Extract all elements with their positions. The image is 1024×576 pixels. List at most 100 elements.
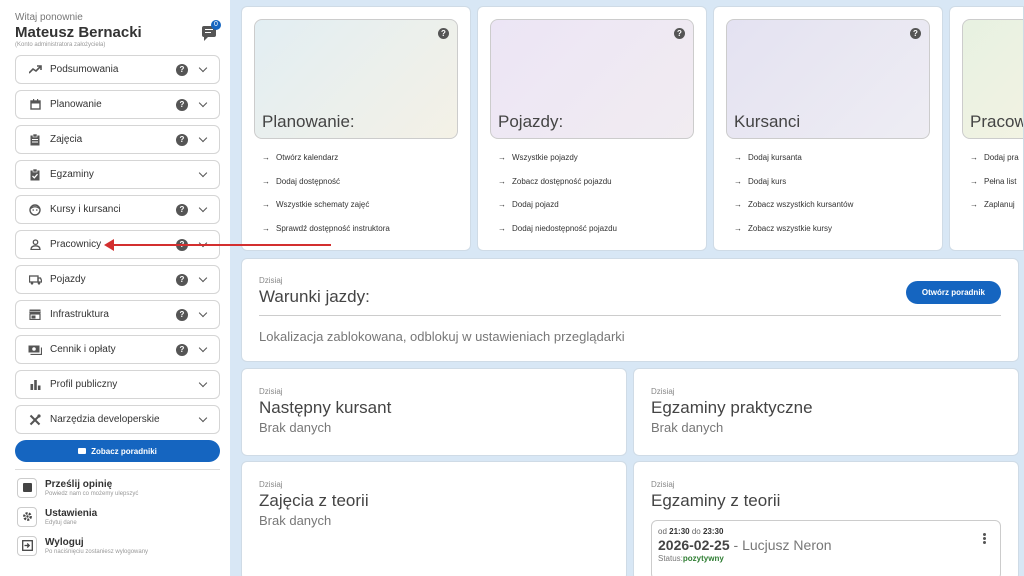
- sidebar-item-zajecia[interactable]: Zajęcia ?: [15, 125, 220, 154]
- quick-card-planowanie: ? Planowanie: → Otwórz kalendarz → Dodaj d…: [241, 6, 471, 251]
- quick-link[interactable]: → Wszystkie pojazdy: [498, 153, 617, 177]
- exam-person: Lucjusz Neron: [742, 537, 832, 553]
- logout-icon: [17, 535, 37, 556]
- chevron-down-icon[interactable]: [198, 413, 208, 423]
- see-guides-label: Zobacz poradniki: [91, 446, 157, 456]
- next-student-card: Dzisiaj Następny kursant Brak danych: [241, 368, 627, 456]
- chevron-down-icon[interactable]: [198, 133, 208, 143]
- chevron-down-icon[interactable]: [198, 343, 208, 353]
- arrow-right-icon: →: [734, 223, 742, 233]
- chevron-down-icon[interactable]: [198, 63, 208, 73]
- quick-card-pracownicy: Pracow → Dodaj pra → Pełna list → Zaplanuj: [949, 6, 1024, 251]
- sidebar-item-label: Profil publiczny: [50, 379, 118, 390]
- more-vert-icon[interactable]: [983, 533, 986, 544]
- sidebar-item-egzaminy[interactable]: Egzaminy: [15, 160, 220, 189]
- chevron-down-icon[interactable]: [198, 378, 208, 388]
- car-icon: [28, 274, 42, 286]
- logout-title: Wyloguj: [45, 536, 84, 548]
- chevron-down-icon[interactable]: [198, 203, 208, 213]
- help-icon[interactable]: ?: [176, 203, 188, 216]
- quick-link[interactable]: → Dodaj kurs: [734, 177, 853, 201]
- theory-exams-card: Dzisiaj Egzaminy z teorii od 21:30 do 23…: [633, 461, 1019, 576]
- card-title: Zajęcia z teorii: [259, 491, 369, 510]
- quick-link[interactable]: → Dodaj kursanta: [734, 153, 853, 177]
- hero-title: Planowanie:: [262, 112, 355, 131]
- sidebar: Witaj ponownie Mateusz Bernacki (Konto a…: [0, 0, 230, 576]
- arrow-right-icon: →: [734, 200, 742, 209]
- feedback-icon: [17, 477, 37, 498]
- help-icon[interactable]: ?: [910, 28, 921, 39]
- feedback-title: Prześlij opinię: [45, 478, 113, 490]
- arrow-right-icon: →: [970, 153, 978, 162]
- hero-pracownicy[interactable]: Pracow: [962, 19, 1024, 139]
- status-badge: pozytywny: [682, 554, 724, 563]
- chat-icon[interactable]: 0: [202, 20, 221, 41]
- hero-planowanie[interactable]: ? Planowanie:: [254, 19, 458, 139]
- quick-link[interactable]: → Otwórz kalendarz: [262, 153, 390, 177]
- see-guides-button[interactable]: Zobacz poradniki: [15, 440, 220, 462]
- quick-link[interactable]: → Dodaj niedostępność pojazdu: [498, 224, 617, 248]
- card-title: Warunki jazdy:: [259, 287, 370, 306]
- user-name: Mateusz Bernacki: [15, 24, 142, 41]
- help-icon[interactable]: ?: [438, 28, 449, 39]
- sidebar-item-label: Narzędzia developerskie: [50, 414, 160, 425]
- quick-link[interactable]: → Zobacz dostępność pojazdu: [498, 177, 617, 201]
- sidebar-item-kursy-i-kursanci[interactable]: Kursy i kursanci ?: [15, 195, 220, 224]
- help-icon[interactable]: ?: [674, 28, 685, 39]
- arrow-right-icon: →: [498, 176, 506, 186]
- sidebar-item-profil-publiczny[interactable]: Profil publiczny: [15, 370, 220, 399]
- quick-link[interactable]: → Zaplanuj: [970, 200, 1019, 224]
- quick-link[interactable]: → Dodaj pra: [970, 153, 1019, 177]
- quick-link[interactable]: → Zobacz wszystkie kursy: [734, 224, 853, 248]
- hero-pojazdy[interactable]: ? Pojazdy:: [490, 19, 694, 139]
- help-icon[interactable]: ?: [176, 343, 188, 356]
- driving-conditions-card: Dzisiaj Warunki jazdy: Otwórz poradnik L…: [241, 258, 1019, 362]
- chevron-down-icon[interactable]: [198, 308, 208, 318]
- hero-kursanci[interactable]: ? Kursanci: [726, 19, 930, 139]
- arrow-right-icon: →: [970, 176, 978, 186]
- arrow-right-icon: →: [734, 153, 742, 162]
- sidebar-item-pojazdy[interactable]: Pojazdy ?: [15, 265, 220, 294]
- notification-badge: 0: [211, 20, 221, 30]
- help-icon[interactable]: ?: [176, 63, 188, 76]
- quick-link[interactable]: → Pełna list: [970, 177, 1019, 201]
- settings-title: Ustawienia: [45, 507, 98, 519]
- face-icon: [28, 203, 42, 216]
- hero-title: Kursanci: [734, 112, 801, 131]
- chevron-down-icon[interactable]: [198, 98, 208, 108]
- quick-link[interactable]: → Zobacz wszystkich kursantów: [734, 200, 853, 224]
- sidebar-item-podsumowania[interactable]: Podsumowania ?: [15, 55, 220, 84]
- day-label: Dzisiaj: [259, 387, 283, 396]
- settings-item[interactable]: Ustawienia Edytuj dane: [15, 503, 220, 530]
- chevron-down-icon[interactable]: [198, 273, 208, 283]
- sidebar-item-planowanie[interactable]: Planowanie ?: [15, 90, 220, 119]
- bar-chart-icon: [28, 379, 42, 391]
- feedback-item[interactable]: Prześlij opinię Powiedz nam co możemy ul…: [15, 474, 220, 501]
- annotation-arrow-line: [113, 244, 331, 246]
- help-icon[interactable]: ?: [176, 273, 188, 286]
- sidebar-item-cennik-i-oplaty[interactable]: Cennik i opłaty ?: [15, 335, 220, 364]
- sidebar-item-infrastruktura[interactable]: Infrastruktura ?: [15, 300, 220, 329]
- help-icon[interactable]: ?: [176, 308, 188, 321]
- sidebar-item-label: Pojazdy: [50, 274, 86, 285]
- help-icon[interactable]: ?: [176, 98, 188, 111]
- logout-item[interactable]: Wyloguj Po naciśnięciu zostaniesz wylogo…: [15, 532, 220, 559]
- card-title: Egzaminy z teorii: [651, 491, 781, 510]
- theory-classes-card: Dzisiaj Zajęcia z teorii Brak danych: [241, 461, 627, 576]
- arrow-right-icon: →: [498, 153, 506, 162]
- quick-card-pojazdy: ? Pojazdy: → Wszystkie pojazdy → Zobacz do…: [477, 6, 707, 251]
- quick-link[interactable]: → Dodaj pojazd: [498, 200, 617, 224]
- store-icon: [28, 309, 42, 321]
- exam-entry[interactable]: od 21:30 do 23:30 2026-02-25 - Lucjusz N…: [651, 520, 1001, 576]
- hero-title: Pracow: [970, 112, 1024, 131]
- sidebar-item-narzedzia-developerskie[interactable]: Narzędzia developerskie: [15, 405, 220, 434]
- exam-time: od 21:30 do 23:30: [658, 527, 724, 536]
- chevron-down-icon[interactable]: [198, 168, 208, 178]
- help-icon[interactable]: ?: [176, 133, 188, 146]
- quick-link[interactable]: → Wszystkie schematy zajęć: [262, 200, 390, 224]
- day-label: Dzisiaj: [651, 480, 675, 489]
- open-guide-button[interactable]: Otwórz poradnik: [905, 281, 1001, 304]
- card-value: Brak danych: [259, 513, 332, 528]
- quick-link[interactable]: → Dodaj dostępność: [262, 177, 390, 201]
- gear-icon: [17, 506, 37, 527]
